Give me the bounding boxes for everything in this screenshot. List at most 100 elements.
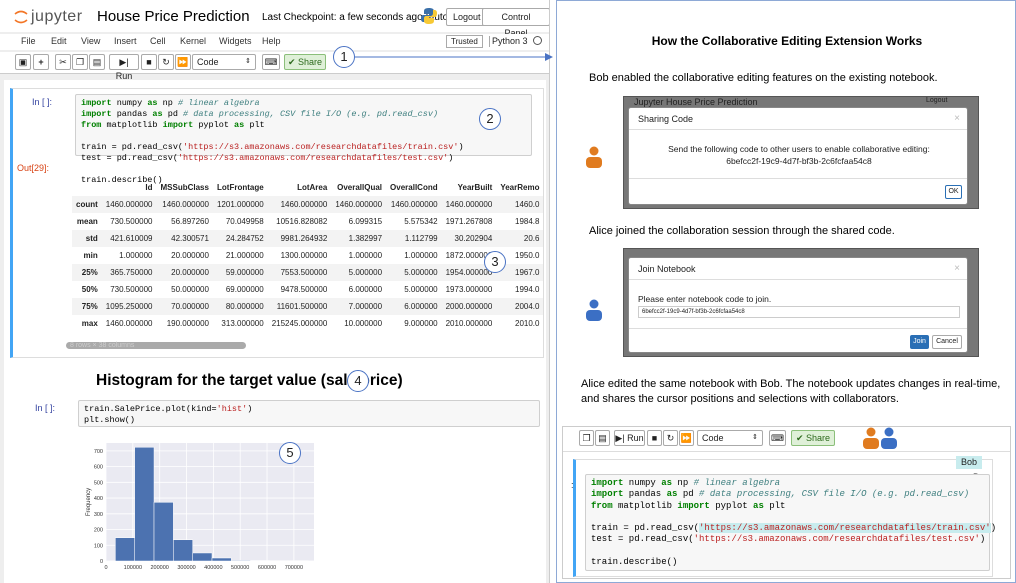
kernel-divider: [489, 36, 490, 47]
menu-view[interactable]: View: [81, 36, 100, 46]
menu-file[interactable]: File: [21, 36, 36, 46]
table-cell: 20.000000: [156, 264, 213, 281]
alice-user-icon: [586, 299, 602, 321]
trusted-badge[interactable]: Trusted: [446, 35, 483, 48]
row-label: std: [72, 230, 102, 247]
join-notebook-title: Join Notebook: [629, 258, 967, 280]
y-tick-label: 600: [94, 465, 103, 471]
notebook-title[interactable]: House Price Prediction: [97, 8, 250, 25]
explanation-title: How the Collaborative Editing Extension …: [651, 34, 923, 48]
column-header: YearRemo: [500, 183, 540, 192]
table-row: 25% 365.750000 20.000000 59.000000 7553.5000…: [72, 264, 544, 281]
output-prompt-1: Out[29]:: [17, 163, 50, 173]
join-notebook-screenshot: Join Notebook × Please enter notebook co…: [623, 248, 979, 357]
floppy-disk-icon: ▣: [18, 57, 28, 67]
table-cell: 2004.0: [496, 298, 544, 315]
save-button[interactable]: ▣: [15, 54, 31, 70]
interrupt-button[interactable]: ■: [647, 430, 662, 446]
dialog-bg-logout: Logout: [926, 97, 948, 104]
table-cell: 20.6: [496, 230, 544, 247]
code-line: import pandas as pd # data processing, C…: [81, 109, 439, 119]
code-line: import numpy as np # linear algebra: [81, 98, 260, 108]
table-cell: 421.610009: [101, 230, 157, 247]
kernel-name[interactable]: Python 3: [492, 36, 528, 46]
join-notebook-message: Please enter notebook code to join.: [638, 294, 772, 304]
restart-button[interactable]: ↻: [663, 430, 678, 446]
share-label: Share: [298, 57, 323, 67]
x-tick-label: 0: [104, 565, 107, 571]
menu-cell[interactable]: Cell: [150, 36, 166, 46]
command-palette-button[interactable]: ⌨: [769, 430, 786, 446]
interrupt-button[interactable]: ■: [141, 54, 157, 70]
table-cell: 1460.000000: [267, 196, 332, 213]
cut-button[interactable]: ✂: [55, 54, 71, 70]
table-cell: 5.000000: [386, 264, 442, 281]
command-palette-button[interactable]: ⌨: [262, 54, 280, 70]
histogram-bar: [153, 502, 174, 562]
y-axis-label: Frequency: [86, 488, 92, 516]
step-3-text: Alice edited the same notebook with Bob.…: [581, 378, 1001, 405]
code-line: train = pd.read_csv('https://s3.amazonaw…: [81, 142, 464, 152]
table-cell: 1460.0: [496, 196, 544, 213]
cell-type-select[interactable]: Code ⇕: [192, 54, 256, 70]
jupyter-logo[interactable]: jupyter: [14, 8, 83, 26]
table-cell: 215245.000000: [271, 319, 328, 328]
table-cell: 20.000000: [171, 251, 209, 260]
menu-kernel[interactable]: Kernel: [180, 36, 206, 46]
paste-button[interactable]: ▤: [89, 54, 105, 70]
table-cell: 5.000000: [404, 285, 438, 294]
menu-help[interactable]: Help: [262, 36, 281, 46]
share-label: Share: [806, 433, 831, 443]
column-header: LotFrontage: [217, 183, 264, 192]
explanation-panel: How the Collaborative Editing Extension …: [556, 0, 1016, 583]
menu-edit[interactable]: Edit: [51, 36, 67, 46]
column-header: LotArea: [297, 183, 328, 192]
jupyter-notebook-window: jupyter House Price Prediction Last Chec…: [0, 0, 550, 583]
ok-button[interactable]: OK: [945, 185, 962, 199]
control-panel-button[interactable]: Control Panel: [482, 8, 549, 38]
paste-button[interactable]: ▤: [595, 430, 610, 446]
code-line: train.describe(): [591, 557, 678, 568]
close-icon[interactable]: ×: [954, 113, 960, 124]
table-cell: 30.202904: [441, 230, 497, 247]
table-cell: 70.000000: [156, 298, 213, 315]
menu-widgets[interactable]: Widgets: [219, 36, 252, 46]
table-cell: 1984.8: [515, 217, 540, 226]
close-icon[interactable]: ×: [954, 263, 960, 274]
share-button[interactable]: ✔ Share: [284, 54, 326, 70]
stop-icon: ■: [651, 433, 658, 443]
cell-type-select[interactable]: Code ⇕: [697, 430, 763, 446]
table-cell: 730.500000: [110, 217, 153, 226]
restart-run-all-button[interactable]: ⏩: [679, 430, 694, 446]
restart-button[interactable]: ↻: [158, 54, 174, 70]
run-button[interactable]: ▶| Run: [614, 430, 645, 446]
join-button[interactable]: Join: [910, 335, 929, 349]
table-cell: 1.112799: [386, 230, 442, 247]
collab-code-editor[interactable]: import numpy as np # linear algebra impo…: [585, 474, 996, 571]
select-arrows-icon: ⇕: [752, 434, 758, 441]
dialog-divider: [629, 178, 967, 179]
menu-insert[interactable]: Insert: [114, 36, 137, 46]
run-button[interactable]: ▶| Run: [109, 54, 139, 81]
notebook-code-input[interactable]: 6befcc2f-19c9-4d7f-bf3b-2c6fcfaa54c8: [638, 306, 960, 318]
code-editor-1[interactable]: import numpy as np # linear algebra impo…: [75, 94, 532, 185]
copy-button[interactable]: ❐: [579, 430, 594, 446]
share-button[interactable]: ✔ Share: [791, 430, 835, 446]
cancel-button[interactable]: Cancel: [932, 335, 962, 349]
step-2-text: Alice joined the collaboration session t…: [589, 225, 895, 237]
table-row: min 1.000000 20.000000 21.000000 1300.000000…: [72, 247, 543, 264]
step-forward-icon: ▶|: [615, 433, 625, 443]
restart-run-all-button[interactable]: ⏩: [175, 54, 191, 70]
column-header: OverallCond: [390, 183, 438, 192]
row-label: min: [83, 251, 98, 260]
collaborators-icon: [863, 427, 897, 449]
histogram-bar: [173, 539, 193, 562]
dialog-bg-title: Jupyter House Price Prediction: [634, 97, 758, 107]
step-forward-icon: ▶|: [119, 57, 129, 67]
code-editor-2[interactable]: train.SalePrice.plot(kind='hist') plt.sh…: [78, 400, 540, 427]
copy-button[interactable]: ❐: [72, 54, 88, 70]
insert-cell-button[interactable]: +: [33, 54, 49, 70]
table-cell: 2000.000000: [441, 298, 497, 315]
histogram-bar: [134, 446, 155, 562]
x-tick-label: 400000: [204, 565, 222, 571]
